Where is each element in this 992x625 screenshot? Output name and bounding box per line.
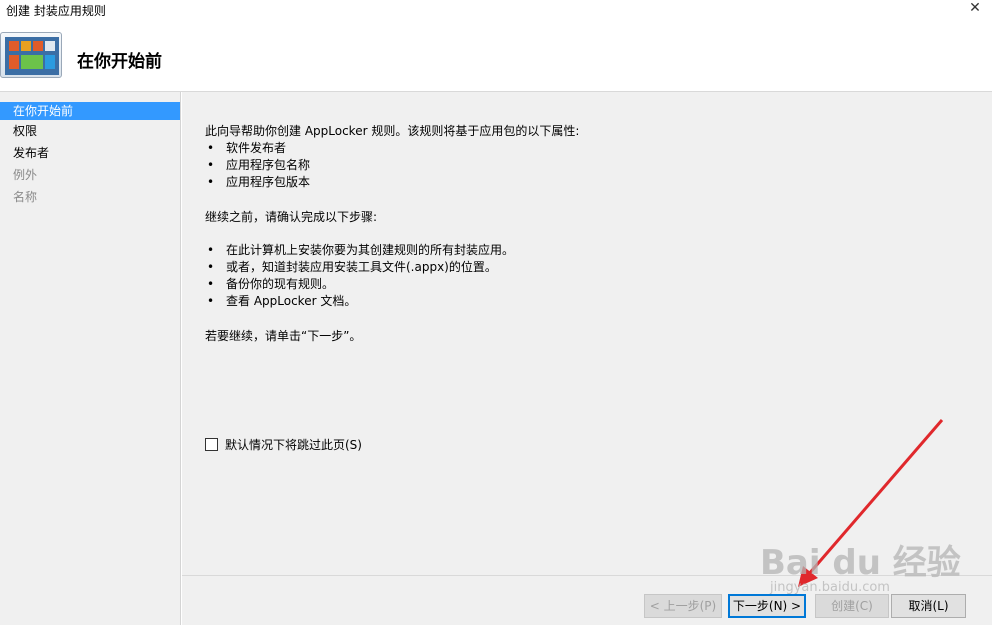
watermark-url: jingyan.baidu.com [770, 580, 890, 595]
skip-page-label: 默认情况下将跳过此页(S) [225, 438, 362, 452]
properties-list: 软件发布者 应用程序包名称 应用程序包版本 [205, 140, 310, 191]
list-item: 软件发布者 [205, 140, 310, 157]
wizard-steps-sidebar: 在你开始前 权限 发布者 例外 名称 [0, 92, 181, 625]
app-package-icon [0, 32, 62, 78]
cancel-button[interactable]: 取消(L) [891, 594, 966, 618]
previous-button: < 上一步(P) [644, 594, 722, 618]
intro-text: 此向导帮助你创建 AppLocker 规则。该规则将基于应用包的以下属性: [205, 124, 580, 138]
wizard-content: 此向导帮助你创建 AppLocker 规则。该规则将基于应用包的以下属性: 软件… [182, 92, 992, 575]
title-bar: 创建 封装应用规则 ✕ [0, 0, 992, 20]
wizard-header: 在你开始前 [0, 20, 992, 92]
close-icon[interactable]: ✕ [964, 0, 986, 18]
step-exceptions: 例外 [13, 168, 38, 182]
list-item: 应用程序包名称 [205, 157, 310, 174]
step-permissions[interactable]: 权限 [0, 120, 180, 142]
list-item: 备份你的现有规则。 [205, 276, 514, 293]
window-title: 创建 封装应用规则 [6, 4, 106, 18]
list-item: 在此计算机上安装你要为其创建规则的所有封装应用。 [205, 242, 514, 259]
step-before-you-begin[interactable]: 在你开始前 [0, 102, 180, 120]
skip-page-checkbox-row[interactable]: 默认情况下将跳过此页(S) [205, 436, 362, 453]
watermark-logo: Bai du 经验 [760, 543, 961, 583]
list-item: 查看 AppLocker 文档。 [205, 293, 514, 310]
list-item: 应用程序包版本 [205, 174, 310, 191]
continue-text: 若要继续，请单击“下一步”。 [205, 329, 362, 343]
page-heading: 在你开始前 [77, 52, 162, 72]
create-button: 创建(C) [815, 594, 889, 618]
list-item: 或者，知道封装应用安装工具文件(.appx)的位置。 [205, 259, 514, 276]
steps-list: 在此计算机上安装你要为其创建规则的所有封装应用。 或者，知道封装应用安装工具文件… [205, 242, 514, 310]
step-publisher[interactable]: 发布者 [0, 142, 180, 164]
next-button[interactable]: 下一步(N) > [728, 594, 806, 618]
step-name: 名称 [13, 190, 38, 204]
skip-page-checkbox[interactable] [205, 438, 218, 451]
before-text: 继续之前，请确认完成以下步骤: [205, 210, 378, 224]
